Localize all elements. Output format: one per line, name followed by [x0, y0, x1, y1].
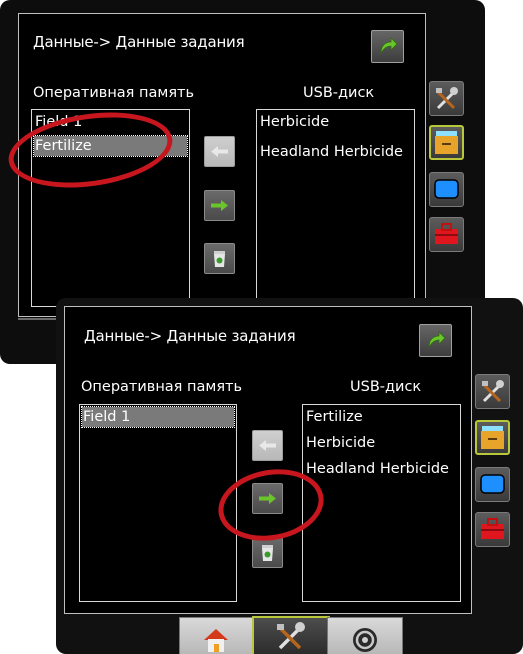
tab-toolbox[interactable]: [429, 217, 464, 252]
list-item-selected[interactable]: Field 1: [81, 406, 235, 428]
list-item[interactable]: Headland Herbicide: [259, 142, 412, 162]
list-item[interactable]: Herbicide: [305, 433, 458, 453]
home-icon: [204, 629, 228, 652]
usb-list-caption: USB-диск: [350, 379, 422, 395]
monitor-icon: [480, 474, 505, 494]
arrow-right-icon: [211, 200, 228, 211]
delete-button[interactable]: [204, 243, 235, 274]
list-item[interactable]: Fertilize: [305, 407, 458, 427]
recycle-bin-icon: [262, 545, 273, 561]
list-item[interactable]: Field 1: [34, 112, 187, 132]
arrow-left-icon: [259, 440, 276, 451]
list-item[interactable]: Herbicide: [259, 112, 412, 132]
back-arrow-icon: [380, 37, 398, 55]
bottom-tab-home[interactable]: [179, 617, 253, 654]
file-cabinet-icon: [435, 131, 458, 154]
tools-icon: [482, 380, 504, 403]
memory-list-caption: Оперативная память: [33, 85, 195, 101]
usb-list[interactable]: Herbicide Headland Herbicide: [256, 109, 415, 307]
toolbox-icon: [481, 518, 504, 539]
page-title: Данные-> Данные задания: [33, 33, 245, 51]
back-button[interactable]: [371, 30, 404, 63]
delete-button[interactable]: [252, 537, 283, 568]
tab-data[interactable]: [429, 125, 464, 160]
copy-to-memory-button[interactable]: [204, 136, 235, 167]
list-item-selected[interactable]: Fertilize: [33, 135, 188, 157]
monitor-icon: [434, 179, 459, 199]
memory-list[interactable]: Field 1: [79, 404, 237, 602]
copy-to-usb-button[interactable]: [252, 483, 283, 514]
page-title: Данные-> Данные задания: [84, 327, 296, 345]
file-cabinet-icon: [481, 426, 504, 449]
tab-data[interactable]: [475, 420, 510, 455]
usb-list-caption: USB-диск: [303, 85, 375, 101]
tab-display[interactable]: [475, 467, 510, 502]
tab-display[interactable]: [429, 172, 464, 207]
back-arrow-icon: [428, 331, 446, 349]
back-button[interactable]: [419, 324, 452, 357]
tools-icon: [277, 622, 305, 650]
tab-toolbox[interactable]: [475, 512, 510, 547]
gauge-icon: [353, 628, 377, 652]
toolbox-icon: [435, 223, 458, 244]
tab-tools[interactable]: [475, 374, 510, 409]
copy-to-memory-button[interactable]: [252, 430, 283, 461]
usb-list[interactable]: Fertilize Herbicide Headland Herbicide: [302, 404, 461, 602]
bottom-tab-tools[interactable]: [252, 616, 330, 654]
copy-to-usb-button[interactable]: [204, 190, 235, 221]
arrow-left-icon: [211, 146, 228, 157]
data-panel: Данные-> Данные задания Оперативная памя…: [18, 13, 426, 317]
tab-tools[interactable]: [429, 81, 464, 116]
screenshot-bottom: Данные-> Данные задания Оперативная памя…: [56, 298, 523, 654]
arrow-right-icon: [259, 493, 276, 504]
list-item[interactable]: Headland Herbicide: [305, 459, 458, 479]
memory-list-caption: Оперативная память: [81, 379, 243, 395]
tools-icon: [436, 87, 458, 110]
recycle-bin-icon: [214, 251, 225, 267]
memory-list[interactable]: Field 1 Fertilize: [31, 109, 190, 307]
bottom-tab-guidance[interactable]: [327, 617, 403, 654]
data-panel: Данные-> Данные задания Оперативная памя…: [64, 306, 472, 614]
